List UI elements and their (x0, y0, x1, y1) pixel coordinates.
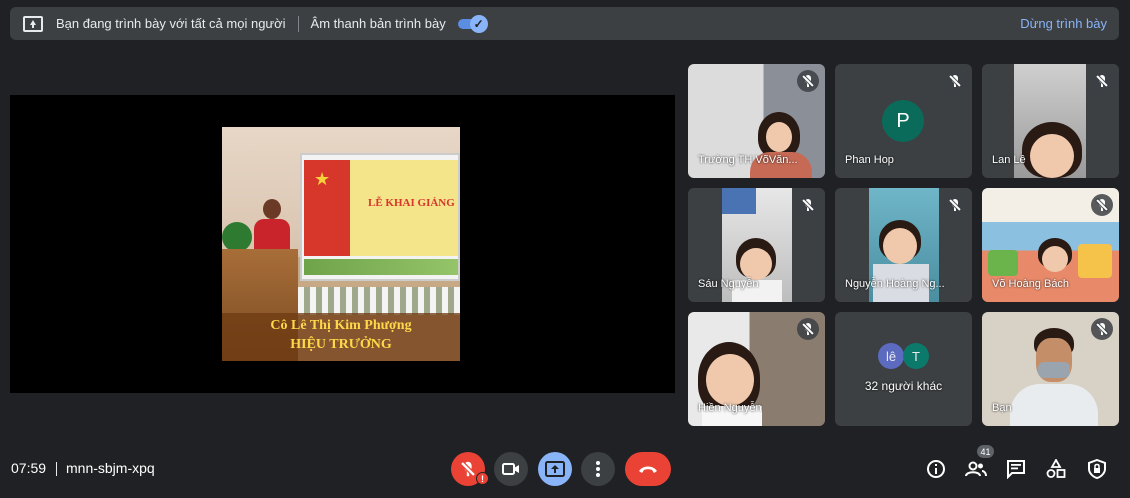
chat-icon (1007, 460, 1025, 479)
mic-off-icon (1091, 194, 1113, 216)
camera-toggle-button[interactable] (494, 452, 528, 486)
mic-off-icon (797, 70, 819, 92)
control-bar: 07:59 mnn-sbjm-xpq ! 41 (0, 440, 1130, 498)
participant-tile[interactable]: Võ Hoàng Bách (982, 188, 1119, 302)
stop-presenting-button[interactable]: Dừng trình bày (1020, 16, 1107, 31)
participant-name: Trường TH VõVăn... (698, 154, 798, 166)
show-everyone-button[interactable] (965, 458, 987, 480)
meeting-details-button[interactable] (925, 458, 947, 480)
presentation-stage: ★ LỄ KHAI GIẢNG Cô Lê Thị Kim Phượng HIỆ… (10, 95, 675, 393)
projector-screen: ★ LỄ KHAI GIẢNG (300, 153, 460, 281)
present-screen-icon (23, 15, 43, 32)
others-tile[interactable]: lê T 32 người khác (835, 312, 972, 426)
participant-tile[interactable]: Hiền Nguyễn (688, 312, 825, 426)
presentation-audio-label: Âm thanh bản trình bày (310, 16, 446, 31)
camera-icon (502, 463, 519, 475)
participant-tile[interactable]: Sáu Nguyễn (688, 188, 825, 302)
activities-icon (1046, 459, 1066, 478)
mic-off-icon (797, 194, 819, 216)
activities-button[interactable] (1045, 458, 1067, 480)
avatar: lê (878, 343, 904, 369)
shared-screen-content: ★ LỄ KHAI GIẢNG Cô Lê Thị Kim Phượng HIỆ… (222, 127, 460, 361)
warning-icon: ! (476, 472, 489, 485)
caption-role: HIỆU TRƯỞNG (290, 337, 392, 352)
presentation-audio-toggle[interactable]: ✓ (457, 14, 488, 33)
mic-off-icon (797, 318, 819, 340)
participant-name: Phan Hop (845, 154, 894, 166)
present-now-button[interactable] (538, 452, 572, 486)
shield-lock-icon (1088, 459, 1106, 479)
mic-off-icon (461, 461, 475, 477)
avatar: P (882, 100, 924, 142)
more-options-button[interactable] (581, 452, 615, 486)
caption-name: Cô Lê Thị Kim Phượng (270, 318, 412, 333)
leave-call-button[interactable] (625, 452, 671, 486)
presenting-banner: Bạn đang trình bày với tất cả mọi người … (10, 7, 1119, 40)
end-call-icon (639, 466, 657, 473)
participant-tile[interactable]: Nguyễn Hoàng Ng... (835, 188, 972, 302)
footer-divider (56, 462, 57, 476)
mic-off-icon (1091, 318, 1113, 340)
banner-divider (297, 15, 299, 32)
participant-name: Hiền Nguyễn (698, 402, 762, 414)
meeting-code: mnn-sbjm-xpq (66, 460, 155, 476)
screen-title: LỄ KHAI GIẢNG (368, 197, 455, 209)
participant-name: Bạn (992, 402, 1012, 414)
mic-off-icon (944, 70, 966, 92)
participant-name: Nguyễn Hoàng Ng... (845, 278, 945, 290)
participant-tile-self[interactable]: Bạn (982, 312, 1119, 426)
participant-name: Sáu Nguyễn (698, 278, 759, 290)
present-screen-icon (545, 461, 565, 477)
presenting-status-text: Bạn đang trình bày với tất cả mọi người (56, 16, 286, 31)
chat-button[interactable] (1005, 458, 1027, 480)
participant-tile[interactable]: Trường TH VõVăn... (688, 64, 825, 178)
checkmark-icon: ✓ (469, 14, 488, 33)
others-count-label: 32 người khác (864, 379, 943, 393)
mic-toggle-button[interactable]: ! (451, 452, 489, 486)
host-controls-button[interactable] (1086, 458, 1108, 480)
meeting-clock: 07:59 (11, 460, 47, 476)
participant-tile[interactable]: P Phan Hop (835, 64, 972, 178)
mic-off-icon (944, 194, 966, 216)
mic-off-icon (1091, 70, 1113, 92)
participant-tile[interactable]: Lan Lê (982, 64, 1119, 178)
participant-name: Lan Lê (992, 154, 1026, 166)
people-icon (965, 461, 987, 477)
participant-name: Võ Hoàng Bách (992, 278, 1070, 290)
more-vert-icon (596, 461, 600, 477)
avatar: T (903, 343, 929, 369)
people-count-badge: 41 (977, 445, 994, 458)
info-icon (927, 460, 945, 478)
slide-caption: Cô Lê Thị Kim Phượng HIỆU TRƯỞNG (222, 313, 460, 361)
